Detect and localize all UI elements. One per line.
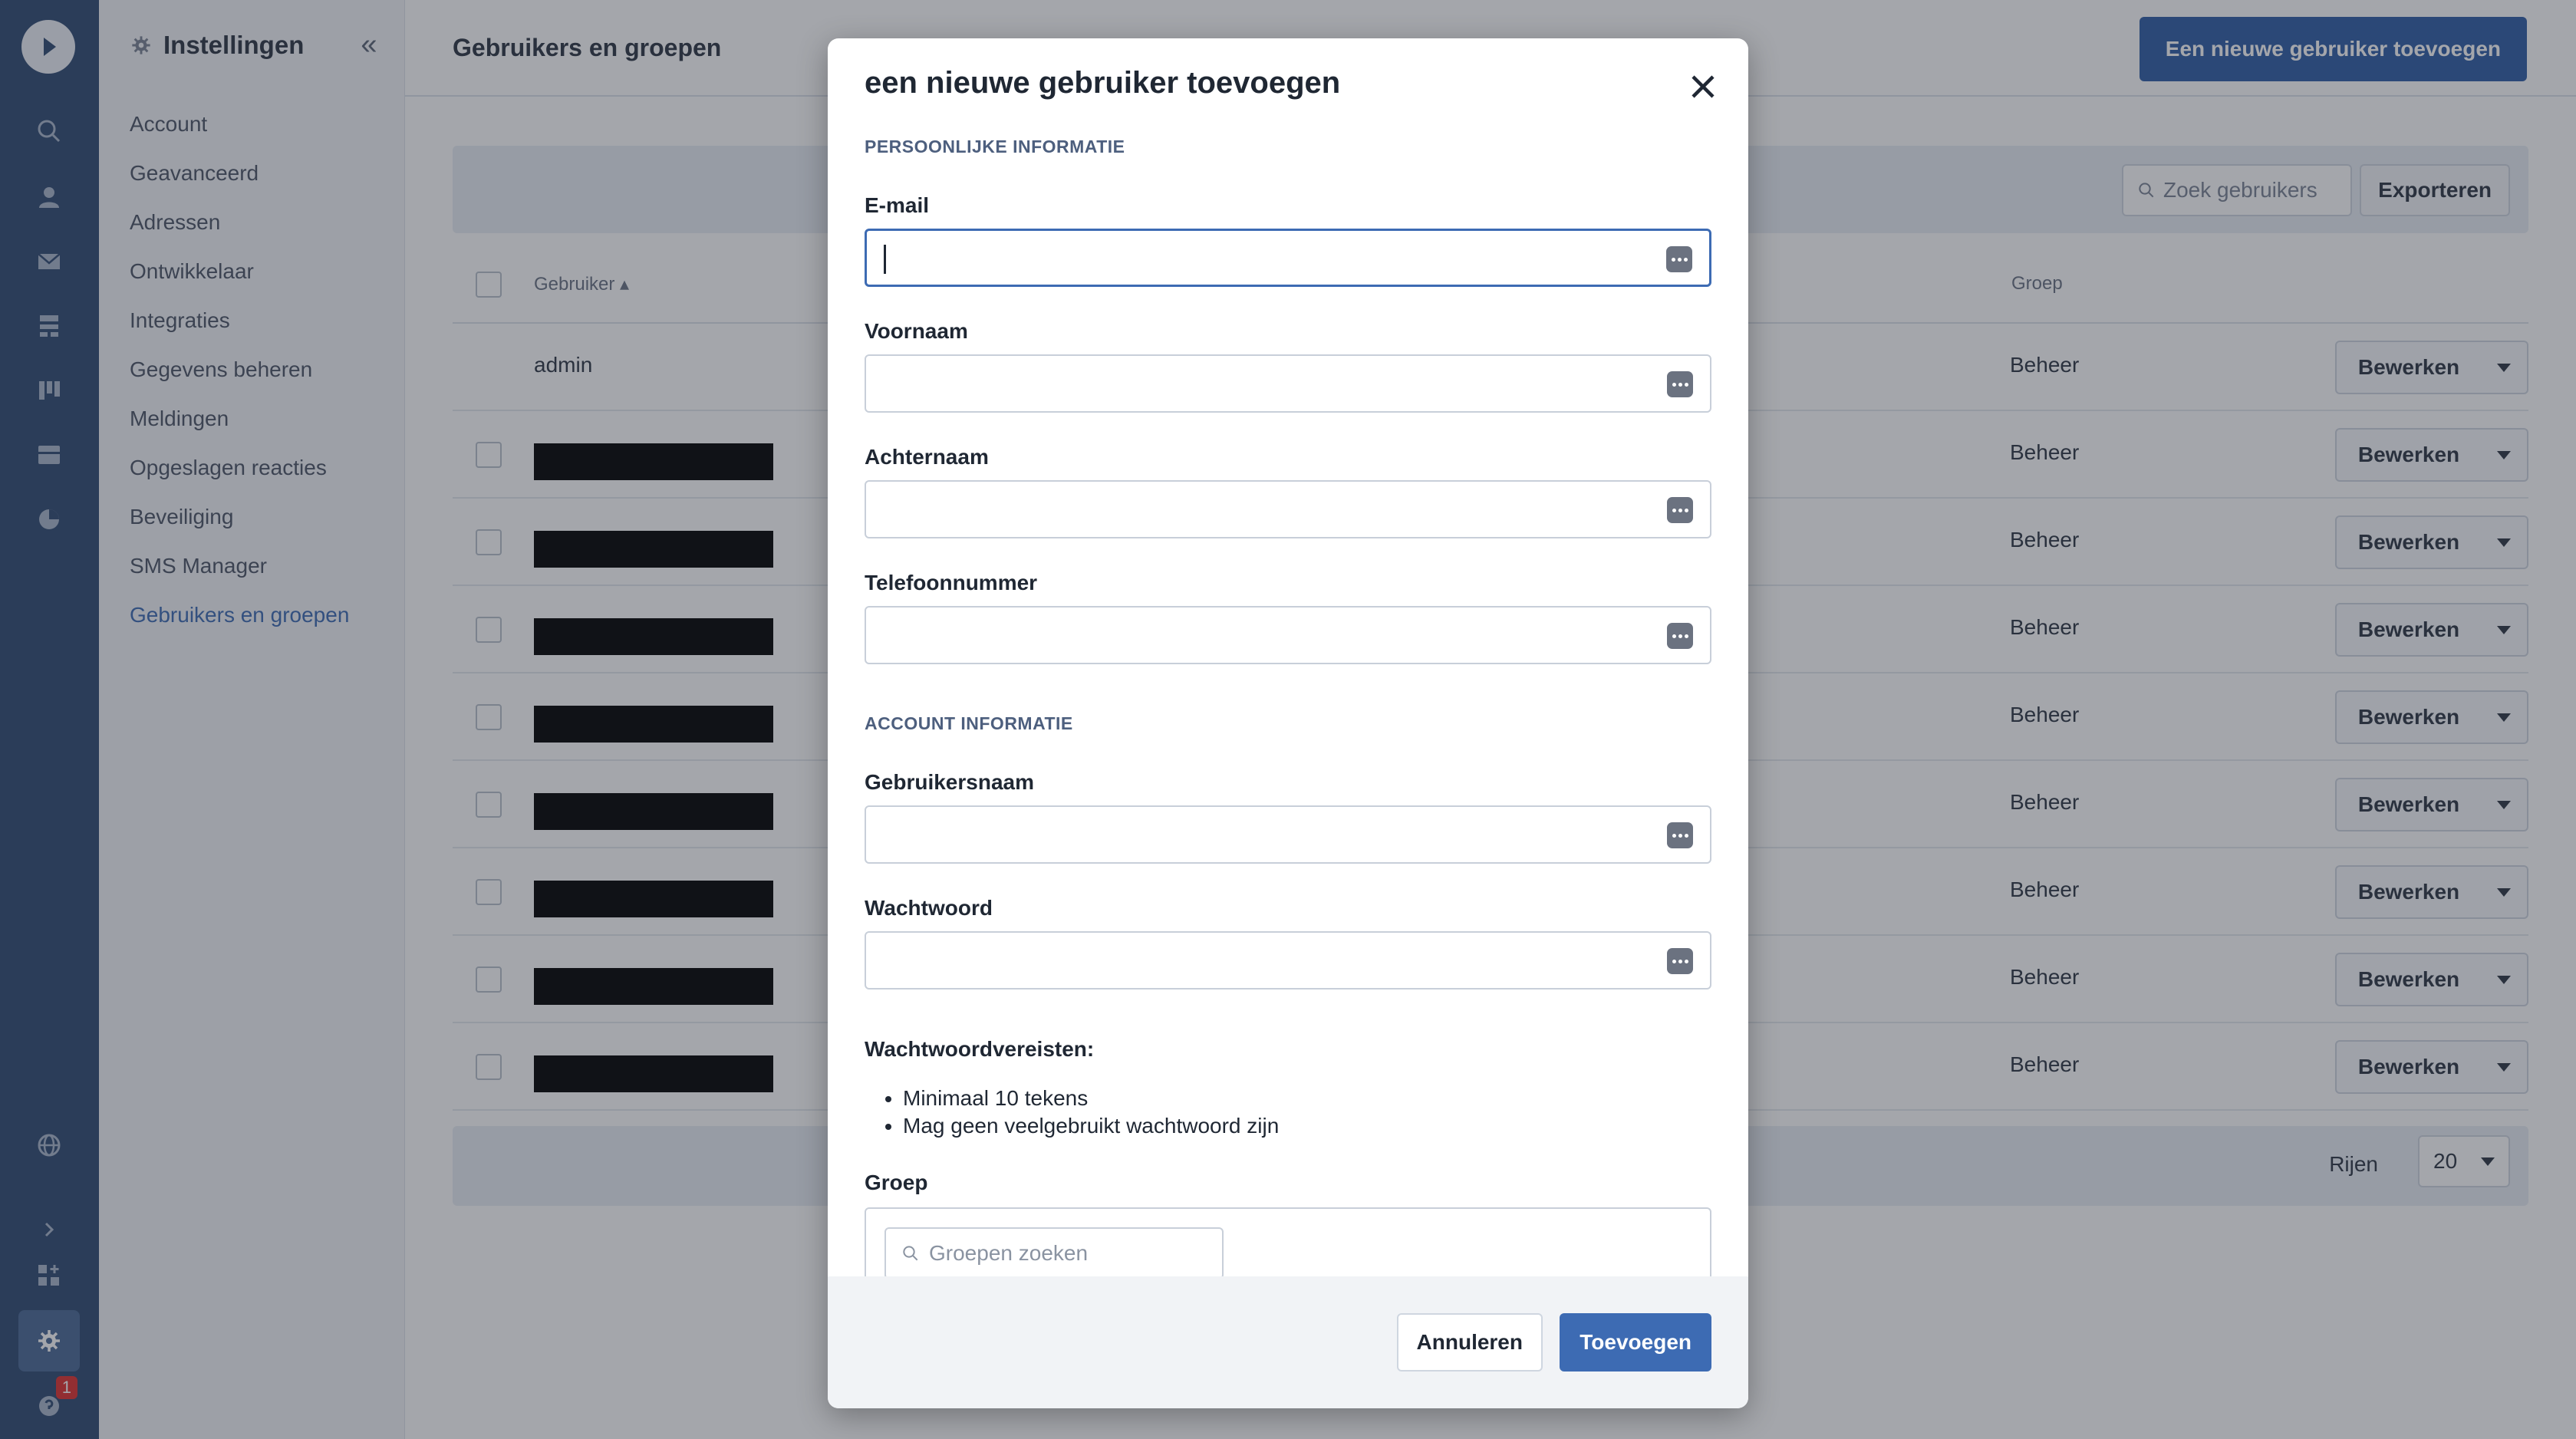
add-button[interactable]: Toevoegen: [1560, 1313, 1711, 1371]
first-name-input[interactable]: [881, 356, 1621, 413]
password-manager-icon[interactable]: [1666, 246, 1692, 272]
password-manager-icon[interactable]: [1667, 948, 1693, 974]
phone-input[interactable]: [881, 608, 1621, 664]
email-input[interactable]: [882, 231, 1622, 286]
username-field[interactable]: [865, 805, 1711, 864]
password-requirements-list: Minimaal 10 tekens Mag geen veelgebruikt…: [881, 1085, 1279, 1140]
phone-label: Telefoonnummer: [865, 571, 1038, 594]
group-picker: Groepen zoeken: [865, 1207, 1711, 1276]
last-name-field[interactable]: [865, 480, 1711, 538]
username-label: Gebruikersnaam: [865, 770, 1034, 794]
first-name-field[interactable]: [865, 354, 1711, 413]
password-requirement: Mag geen veelgebruikt wachtwoord zijn: [903, 1112, 1279, 1140]
personal-info-section-label: PERSOONLIJKE INFORMATIE: [865, 137, 1125, 156]
modal-title: een nieuwe gebruiker toevoegen: [865, 66, 1341, 100]
search-icon: [903, 1246, 918, 1261]
password-manager-icon[interactable]: [1667, 371, 1693, 397]
group-search-placeholder: Groepen zoeken: [929, 1241, 1089, 1265]
username-input[interactable]: [881, 807, 1621, 864]
email-field[interactable]: [865, 229, 1711, 287]
email-label: E-mail: [865, 193, 930, 217]
password-requirements-title: Wachtwoordvereisten:: [865, 1037, 1095, 1061]
add-user-modal: een nieuwe gebruiker toevoegen PERSOONLI…: [828, 38, 1748, 1408]
modal-footer: Annuleren Toevoegen: [828, 1276, 1748, 1408]
close-icon[interactable]: [1684, 68, 1722, 106]
password-label: Wachtwoord: [865, 896, 993, 920]
password-manager-icon[interactable]: [1667, 822, 1693, 848]
password-manager-icon[interactable]: [1667, 623, 1693, 649]
group-search-input[interactable]: Groepen zoeken: [884, 1227, 1224, 1276]
account-info-section-label: ACCOUNT INFORMATIE: [865, 713, 1073, 733]
group-label: Groep: [865, 1171, 928, 1194]
password-requirement: Minimaal 10 tekens: [903, 1085, 1279, 1112]
password-input[interactable]: [881, 933, 1621, 990]
modal-body: een nieuwe gebruiker toevoegen PERSOONLI…: [828, 38, 1748, 1276]
password-field[interactable]: [865, 931, 1711, 990]
last-name-input[interactable]: [881, 482, 1621, 538]
first-name-label: Voornaam: [865, 319, 968, 343]
last-name-label: Achternaam: [865, 445, 989, 469]
cancel-button[interactable]: Annuleren: [1396, 1313, 1543, 1371]
password-manager-icon[interactable]: [1667, 497, 1693, 523]
phone-field[interactable]: [865, 606, 1711, 664]
